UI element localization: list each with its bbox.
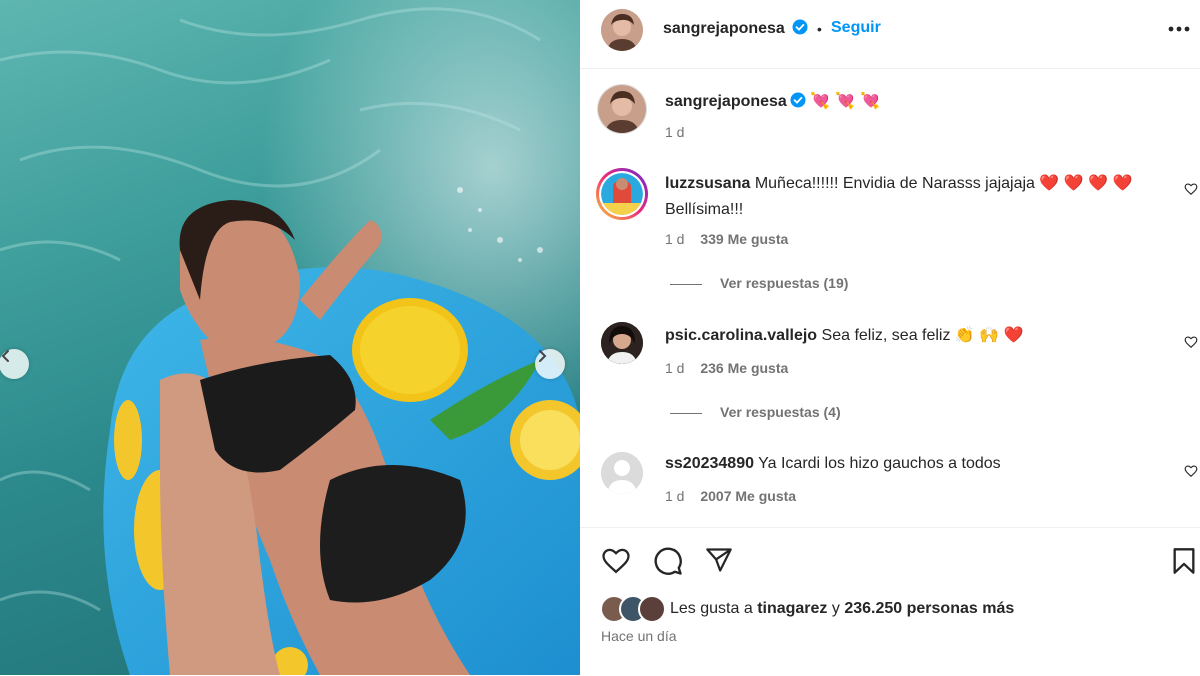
likes-mid: y: [831, 600, 840, 617]
comment-avatar[interactable]: [601, 322, 643, 364]
comment-body: Sea feliz, sea feliz 👏 🙌 ❤️: [821, 327, 1024, 344]
liked-by-avatar[interactable]: [638, 595, 666, 623]
liked-by-username[interactable]: tinagarez: [757, 600, 827, 617]
comment-username[interactable]: luzzsusana: [665, 175, 750, 192]
photo-illustration: [0, 0, 580, 675]
follow-button[interactable]: Seguir: [831, 19, 881, 37]
comment-like-heart-icon[interactable]: [1184, 182, 1198, 196]
comment-likes[interactable]: 236 Me gusta: [700, 360, 788, 376]
replies-divider: [670, 412, 702, 414]
comment-like-heart-icon[interactable]: [1184, 464, 1198, 478]
verified-badge-icon: [792, 19, 808, 35]
likes-summary: Les gusta a tinagarez y 236.250 personas…: [670, 600, 1014, 618]
bookmark-icon[interactable]: [1172, 547, 1196, 575]
share-icon[interactable]: [705, 547, 733, 573]
comment-item: psic.carolina.vallejo Sea feliz, sea fel…: [580, 310, 1200, 440]
author-avatar-image: [601, 9, 643, 51]
caption-author-avatar[interactable]: [597, 84, 647, 134]
view-replies-button[interactable]: Ver respuestas (19): [670, 275, 848, 291]
previous-photo-button[interactable]: [0, 349, 29, 379]
caption-emoji: 💘 💘 💘: [810, 91, 881, 110]
header-separator: •: [817, 21, 822, 37]
comment-like-heart-icon[interactable]: [1184, 335, 1198, 349]
view-replies-button[interactable]: Ver respuestas (4): [670, 404, 841, 420]
post-actions: Les gusta a tinagarez y 236.250 personas…: [580, 527, 1200, 676]
caption: sangrejaponesa 💘 💘 💘 1 d: [580, 68, 1200, 158]
likes-count[interactable]: 236.250 personas más: [844, 600, 1014, 617]
author-avatar[interactable]: [601, 9, 643, 51]
caption-username[interactable]: sangrejaponesa: [665, 93, 787, 110]
comment-avatar-story-ring[interactable]: [596, 168, 648, 220]
replies-divider: [670, 283, 702, 285]
chevron-right-icon: [539, 350, 547, 362]
likes-prefix: Les gusta a: [670, 600, 753, 617]
comment-body: Muñeca!!!!!! Envidia de Narasss jajajaja…: [754, 175, 1133, 192]
comment-username[interactable]: ss20234890: [665, 455, 754, 472]
post-side-panel: sangrejaponesa • Seguir sangrejaponesa 💘…: [580, 0, 1200, 675]
verified-badge-icon: [790, 92, 806, 108]
comment-text: luzzsusana Muñeca!!!!!! Envidia de Naras…: [665, 171, 1175, 223]
comment-time: 1 d: [665, 231, 685, 247]
default-avatar-icon: [601, 452, 643, 494]
next-photo-button[interactable]: [535, 349, 565, 379]
author-username[interactable]: sangrejaponesa: [663, 20, 785, 37]
comment-meta: 1 d 236 Me gusta: [665, 360, 788, 376]
heart-icon[interactable]: [601, 546, 631, 574]
comment-avatar-image: [601, 173, 643, 215]
comment-time: 1 d: [665, 360, 685, 376]
caption-text: sangrejaponesa 💘 💘 💘: [665, 88, 1175, 115]
comment-likes[interactable]: 339 Me gusta: [700, 231, 788, 247]
comment-body-line2: Bellísima!!!: [665, 201, 744, 218]
post-photo[interactable]: [0, 0, 580, 675]
view-replies-label: Ver respuestas (4): [720, 404, 841, 420]
comment-meta: 1 d 2007 Me gusta: [665, 488, 796, 504]
comment-username[interactable]: psic.carolina.vallejo: [665, 327, 817, 344]
caption-meta: 1 d: [665, 124, 684, 140]
comment-body: Ya Icardi los hizo gauchos a todos: [758, 455, 1001, 472]
more-options-icon[interactable]: [1168, 26, 1190, 32]
caption-time: 1 d: [665, 124, 685, 140]
comment-text: ss20234890 Ya Icardi los hizo gauchos a …: [665, 451, 1175, 477]
post-header: sangrejaponesa • Seguir: [580, 0, 1200, 69]
caption-avatar-image: [598, 85, 646, 133]
comment-item: ss20234890 Ya Icardi los hizo gauchos a …: [580, 440, 1200, 527]
comment-icon[interactable]: [653, 546, 683, 576]
comment-text: psic.carolina.vallejo Sea feliz, sea fel…: [665, 323, 1175, 349]
chevron-left-icon: [1, 350, 9, 362]
view-replies-label: Ver respuestas (19): [720, 275, 849, 291]
comment-meta: 1 d 339 Me gusta: [665, 231, 788, 247]
comment-avatar-image: [601, 322, 643, 364]
post-timestamp: Hace un día: [601, 628, 677, 644]
author-username-wrap: sangrejaponesa: [663, 19, 808, 38]
comment-avatar[interactable]: [601, 452, 643, 494]
comment-likes[interactable]: 2007 Me gusta: [700, 488, 796, 504]
comment-time: 1 d: [665, 488, 685, 504]
comment-avatar-frame: [599, 171, 645, 217]
comment-item: luzzsusana Muñeca!!!!!! Envidia de Naras…: [580, 158, 1200, 308]
